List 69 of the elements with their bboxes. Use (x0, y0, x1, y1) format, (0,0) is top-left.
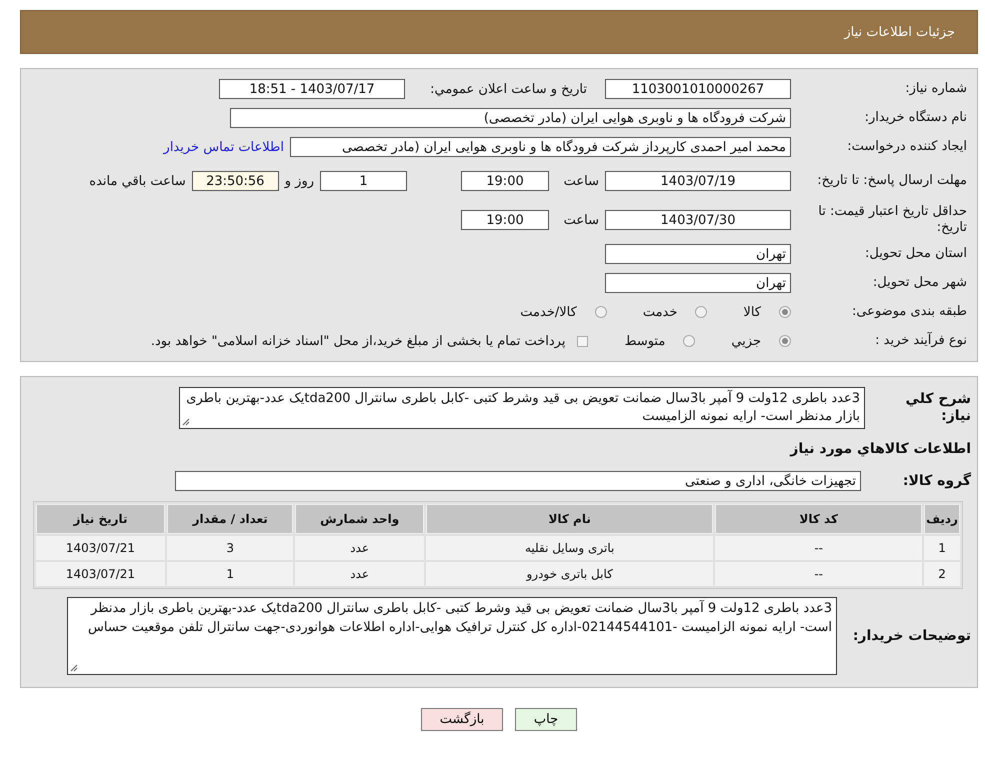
goods-group-field[interactable]: تجهیزات خانگی، اداری و صنعتی (175, 471, 861, 492)
table-cell: عدد (295, 536, 424, 560)
field-label: توضیحات خریدار: (852, 628, 971, 646)
radio-button[interactable] (695, 306, 708, 318)
table-cell: -- (715, 536, 922, 560)
table-cell: 1 (924, 536, 960, 560)
field-label: حداقل تاریخ اعتبار قیمت: تا تاریخ: (817, 204, 967, 236)
section-heading: اطلاعات کالاهاي مورد نياز (788, 440, 971, 460)
column-header: واحد شمارش (295, 504, 424, 534)
days-field[interactable]: 1 (320, 171, 407, 191)
field-label: استان محل تحویل: (864, 246, 967, 262)
date-field[interactable]: 1403/07/30 (605, 210, 791, 230)
radio-label: جزيي (731, 334, 761, 348)
page-title: جزئیات اطلاعات نیاز (844, 24, 955, 40)
field-label: گروه کالا: (902, 472, 971, 490)
radio-label: خدمت (642, 304, 678, 320)
field-label: شهر محل تحویل: (872, 274, 967, 292)
table-cell: باتری وسایل نقلیه (426, 536, 714, 560)
radio-label: متوسط (624, 334, 666, 348)
time-field[interactable]: 19:00 (461, 210, 549, 230)
print-button[interactable]: چاپ (515, 708, 577, 732)
column-header: تعداد / مقدار (167, 504, 294, 534)
radio-label: کالا (743, 304, 761, 320)
time-label: ساعت (562, 174, 599, 188)
buyer-org-field[interactable]: شرکت فرودگاه ها و ناوبری هوایی ایران (مادر تخصصی) (230, 108, 791, 128)
table-cell: 2 (924, 562, 960, 586)
radio-button[interactable] (594, 306, 607, 318)
field-label: نوع فرآیند خرید : (874, 332, 967, 350)
column-header: کد کالا (715, 504, 922, 534)
column-header: تاریخ نیاز (36, 504, 165, 534)
remaining-label: ساعت باقي مانده (89, 174, 186, 188)
table-cell: کابل باتری خودرو (426, 562, 714, 586)
time-field[interactable]: 19:00 (461, 171, 549, 191)
field-label: مهلت ارسال پاسخ: تا تاریخ: (816, 172, 967, 190)
column-header: نام کالا (426, 504, 714, 534)
resize-grip-icon[interactable] (70, 664, 78, 672)
requester-field[interactable]: محمد امیر احمدی کارپرداز شرکت فرودگاه ها و ناوبری هوایی ایران (مادر تخصصی (290, 137, 791, 157)
field-label: نام دستگاه خریدار: (864, 110, 967, 126)
checkbox[interactable] (577, 336, 588, 346)
field-label: ایجاد کننده درخواست: (846, 138, 967, 156)
resize-grip-icon[interactable] (182, 418, 190, 426)
date-field[interactable]: 1403/07/19 (605, 171, 791, 191)
buyer-notes-text[interactable]: 3عدد باطری 12ولت 9 آمپر با3سال ضمانت تعویض بی قید وشرط کتبی -کابل باطری سانترال tda200یک عدد-بهترین باطری بازار مدنظر است- ارایه نمونه الزامیست -02144544101-اداره کل کنترل ترافیک هوایی-اداره اطلاعات هوانوردی-جهت سانترال تلفن موقعیت حساس (67, 597, 837, 676)
remaining-time-field[interactable]: 23:50:56 (192, 171, 279, 191)
days-label: روز و (284, 174, 314, 188)
time-label: ساعت (562, 212, 599, 228)
city-field[interactable]: تهران (605, 273, 791, 293)
checkbox-label: پرداخت تمام یا بخشی از مبلغ خرید،از محل "اسناد خزانه اسلامی" خواهد بود. (150, 334, 566, 348)
radio-button[interactable] (779, 306, 791, 318)
field-label: شماره نیاز: (904, 80, 967, 98)
table-cell: -- (715, 562, 922, 586)
announce-date-field[interactable]: 1403/07/17 - 18:51 (219, 79, 405, 99)
radio-label: کالا/خدمت (520, 304, 577, 320)
table-cell: 1 (167, 562, 294, 586)
province-field[interactable]: تهران (605, 244, 791, 264)
table-cell: 1403/07/21 (36, 536, 165, 560)
radio-button[interactable] (779, 335, 791, 347)
radio-button[interactable] (683, 335, 696, 347)
back-button[interactable]: بازگشت (421, 708, 503, 732)
table-cell: 1403/07/21 (36, 562, 165, 586)
table-cell: عدد (295, 562, 424, 586)
field-label: طبقه بندی موضوعی: (850, 304, 967, 320)
column-header: ردیف (924, 504, 960, 534)
field-label: تاریخ و ساعت اعلان عمومي: (429, 82, 587, 96)
need-number-field[interactable]: 1103001010000267 (605, 79, 791, 99)
field-label: شرح کلي نیاز: (904, 390, 971, 426)
description-text[interactable]: 3عدد باطری 12ولت 9 آمپر با3سال ضمانت تعویض بی قید وشرط کتبی -کابل باطری سانترال tda200یک عدد-بهترین باطری بازار مدنظر است- ارایه نمونه الزامیست (179, 387, 865, 430)
contact-link[interactable]: اطلاعات تماس خریدار (164, 140, 284, 154)
table-cell: 3 (167, 536, 294, 560)
